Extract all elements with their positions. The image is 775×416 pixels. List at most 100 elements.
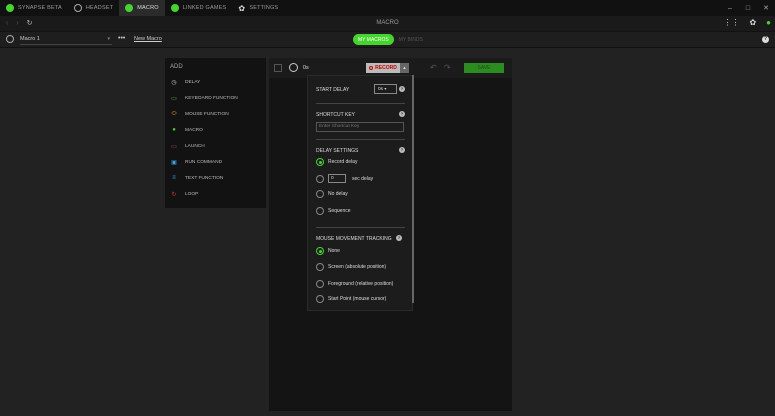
macro-toolbar: Macro 1 ▾ ••• New Macro MY MACROS MY BIN… [0,32,775,48]
radio-label: sec delay [352,175,374,182]
text-icon: ≡ [172,175,176,181]
clock-icon: ◷ [171,79,177,86]
radio-indicator [316,207,324,215]
tab-settings[interactable]: ✿ SETTINGS [232,0,284,16]
shortcut-key-input[interactable]: Enter Shortcut Key [316,122,404,132]
more-button[interactable]: ••• [118,35,125,42]
help-icon[interactable]: ? [762,36,769,43]
add-item-label: LAUNCH [185,143,205,149]
tab-synapse[interactable]: SYNAPSE BETA [0,0,68,16]
radio-tracking-screen[interactable]: Screen (absolute position) [316,263,386,271]
add-delay-item[interactable]: ◷ DELAY [170,77,200,87]
tab-macro[interactable]: MACRO [119,0,165,16]
radio-tracking-start-point[interactable]: Start Point (mouse cursor) [316,295,386,303]
add-item-label: MOUSE FUNCTION [185,111,229,117]
help-icon[interactable]: ? [396,235,402,241]
radio-label: None [328,248,340,254]
profile-icon[interactable]: ● [766,18,771,27]
macro-select-value: Macro 1 [20,36,40,42]
add-item-label: KEYBOARD FUNCTION [185,95,238,101]
radio-record-delay[interactable]: Record delay [316,158,357,166]
tab-headset[interactable]: HEADSET [68,0,119,16]
redo-icon[interactable]: ↷ [444,63,451,72]
shortcut-key-label: SHORTCUT KEY [316,112,355,118]
macro-select[interactable]: Macro 1 ▾ [20,36,112,45]
radio-label: No delay [328,191,348,197]
razer-logo-icon [6,4,14,12]
add-item-label: MACRO [185,127,203,133]
add-text-item[interactable]: ≡ TEXT FUNCTION [170,173,223,183]
add-item-label: RUN COMMAND [185,159,223,165]
tab-linked-games[interactable]: LINKED GAMES [165,0,233,16]
add-macro-item[interactable]: ● MACRO [170,125,203,135]
close-button[interactable]: ✕ [757,0,775,16]
add-item-label: DELAY [185,79,201,85]
tab-label: SETTINGS [249,5,279,11]
radio-tracking-foreground[interactable]: Foreground (relative position) [316,280,393,288]
chevron-down-icon: ▾ [384,86,387,91]
nav-bar: ‹ › ↻ MACRO ⋮⋮ ✿ ● [0,16,775,32]
tab-label: HEADSET [85,5,114,11]
radio-indicator [316,158,324,166]
clock-icon [289,63,298,72]
radio-sec-delay[interactable]: 0 sec delay [316,174,373,183]
help-icon[interactable]: ? [399,147,405,153]
radio-label: Record delay [328,159,358,165]
add-keyboard-item[interactable]: ▭ KEYBOARD FUNCTION [170,93,238,103]
new-macro-link[interactable]: New Macro [134,36,162,42]
add-launch-item[interactable]: ▭ LAUNCH [170,141,205,151]
radio-indicator [316,295,324,303]
keyboard-icon: ▭ [171,95,177,102]
tab-my-macros[interactable]: MY MACROS [353,34,394,45]
radio-no-delay[interactable]: No delay [316,190,348,198]
mouse-tracking-label: MOUSE MOVEMENT TRACKING [316,236,392,242]
radio-label: Foreground (relative position) [328,281,394,287]
radio-label: Screen (absolute position) [328,264,387,270]
tab-my-binds[interactable]: MY BINDS [394,34,428,45]
radio-indicator [316,247,324,255]
start-delay-select[interactable]: 0s ▾ [374,84,397,94]
save-button[interactable]: SAVE [464,63,504,73]
divider [316,139,405,140]
radio-indicator [316,190,324,198]
headset-icon [73,4,82,12]
add-panel-header: ADD [170,64,183,70]
add-run-command-item[interactable]: ▣ RUN COMMAND [170,157,222,167]
tab-label: MACRO [137,5,159,11]
maximize-button[interactable]: □ [739,0,757,16]
delay-settings-label: DELAY SETTINGS [316,148,359,154]
menu-scrollbar[interactable] [412,75,414,303]
add-panel: ADD ◷ DELAY ▭ KEYBOARD FUNCTION ⬭ MOUSE … [165,58,266,208]
divider [316,103,405,104]
add-loop-item[interactable]: ↻ LOOP [170,189,198,199]
add-item-label: LOOP [185,191,199,197]
record-options-button[interactable]: ▴ [400,63,409,73]
radio-sequence[interactable]: Sequence [316,207,351,215]
sec-delay-input[interactable]: 0 [328,174,346,183]
radio-indicator [316,174,324,183]
radio-indicator [316,263,324,271]
page-title: MACRO [376,20,399,26]
help-icon[interactable]: ? [399,86,405,92]
start-delay-value: 0s [378,87,384,92]
chevron-down-icon: ▾ [107,36,110,42]
record-button[interactable]: RECORD [366,63,400,73]
radio-tracking-none[interactable]: None [316,247,340,255]
select-all-checkbox[interactable] [274,64,282,72]
gamepad-icon [170,4,179,12]
record-options-menu: START DELAY 0s ▾ ? SHORTCUT KEY ? Enter … [307,75,413,311]
undo-icon[interactable]: ↶ [430,63,437,72]
gear-icon[interactable]: ✿ [749,18,756,27]
macro-icon: ● [172,127,176,133]
apps-grid-icon[interactable]: ⋮⋮ [723,18,739,27]
add-mouse-item[interactable]: ⬭ MOUSE FUNCTION [170,109,229,119]
record-label: RECORD [375,65,397,71]
macro-icon [125,4,134,12]
help-icon[interactable]: ? [399,111,405,117]
radio-label: Start Point (mouse cursor) [328,296,387,302]
radio-label: Sequence [328,208,351,214]
add-item-label: TEXT FUNCTION [185,175,224,181]
title-bar: SYNAPSE BETA HEADSET MACRO LINKED GAMES … [0,0,775,16]
radio-indicator [316,280,324,288]
minimize-button[interactable]: – [721,0,739,16]
